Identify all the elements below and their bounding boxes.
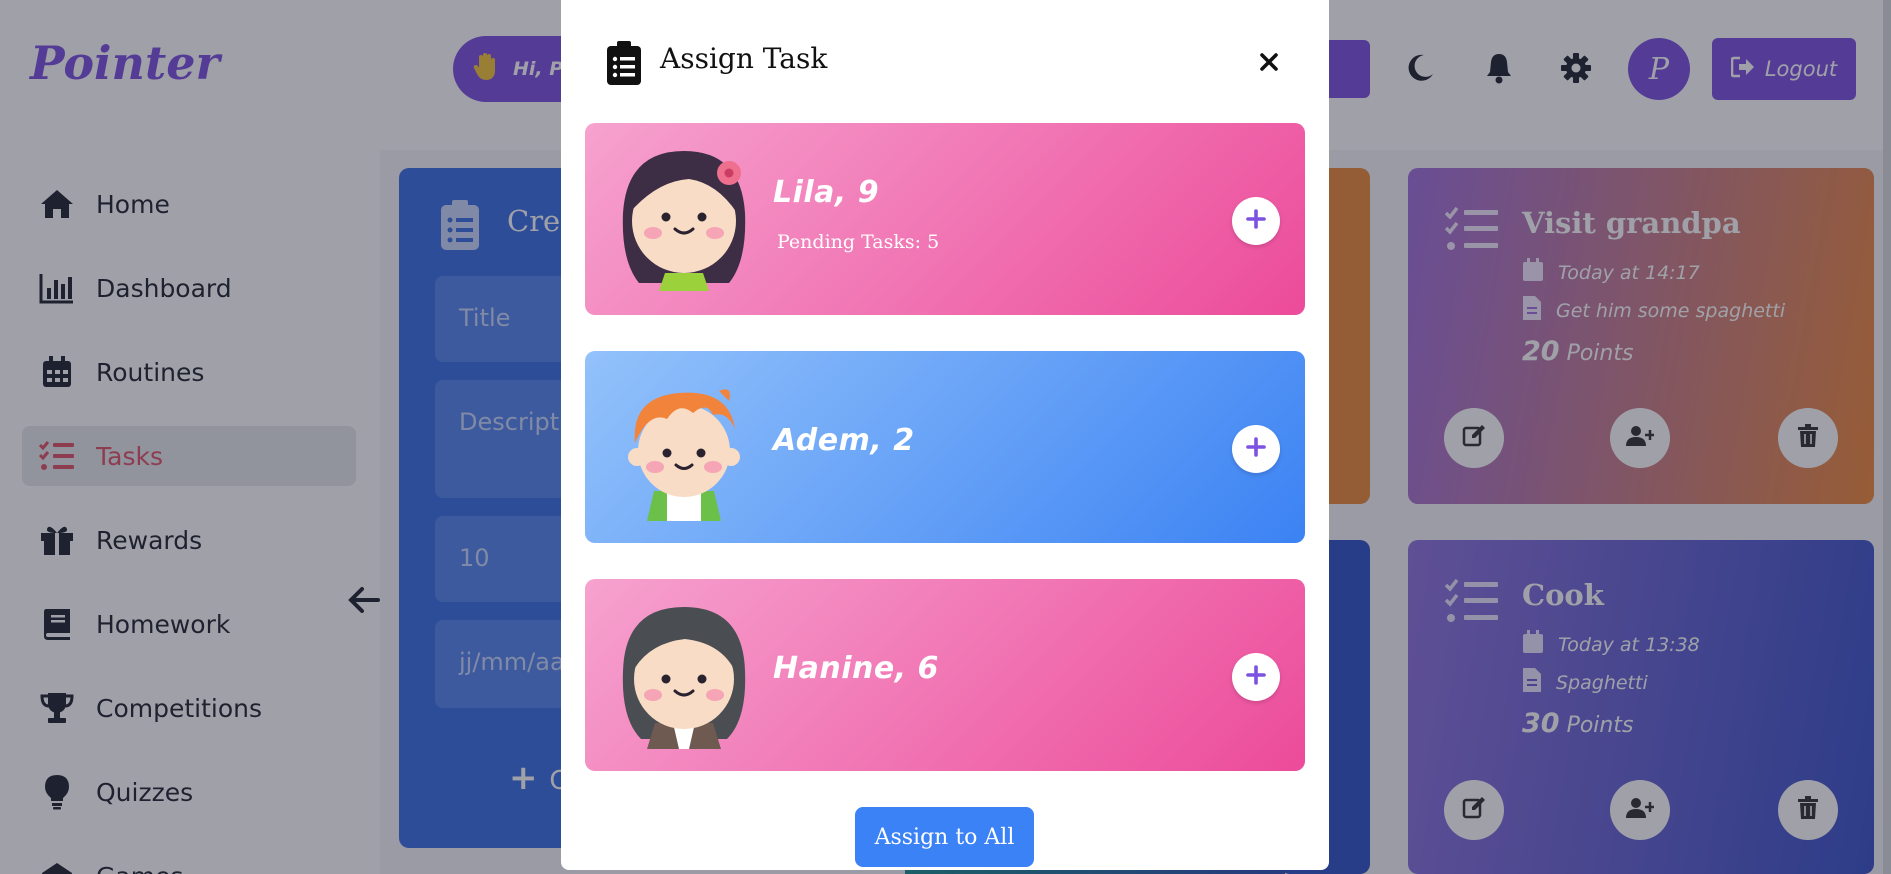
- child-name: Lila, 9: [773, 175, 880, 210]
- child-avatar-boy: [609, 371, 759, 521]
- pending-tasks: Pending Tasks: 5: [777, 231, 940, 253]
- child-card: Lila, 9 Pending Tasks: 5: [585, 123, 1305, 315]
- assign-task-modal: Assign Task Lila, 9 Pending Tasks: 5 Ade…: [561, 0, 1329, 870]
- assign-to-all-button[interactable]: Assign to All: [855, 807, 1034, 867]
- assign-child-button[interactable]: [1232, 425, 1280, 473]
- child-name: Hanine, 6: [773, 651, 939, 686]
- assign-child-button[interactable]: [1232, 197, 1280, 245]
- child-card: Adem, 2: [585, 351, 1305, 543]
- child-avatar-girl: [609, 143, 759, 293]
- plus-icon: [1245, 436, 1267, 462]
- clipboard-icon: [606, 40, 642, 90]
- assign-child-button[interactable]: [1232, 653, 1280, 701]
- plus-icon: [1245, 208, 1267, 234]
- close-icon[interactable]: [1251, 44, 1287, 80]
- plus-icon: [1245, 664, 1267, 690]
- child-card: Hanine, 6: [585, 579, 1305, 771]
- child-avatar-girl: [609, 599, 759, 749]
- child-name: Adem, 2: [773, 423, 915, 458]
- modal-title: Assign Task: [660, 42, 828, 75]
